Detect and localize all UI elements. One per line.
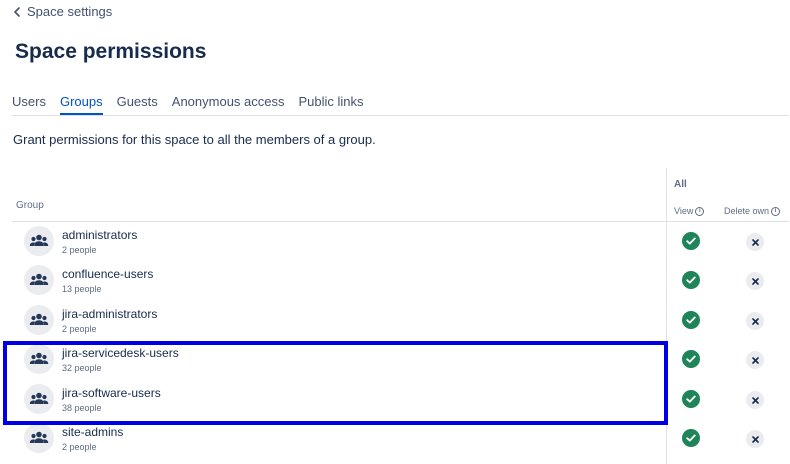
check-circle-icon[interactable] [682,232,700,250]
group-name[interactable]: jira-administrators [62,307,157,321]
cross-circle-icon[interactable] [746,391,764,409]
people-group-icon [24,423,54,453]
page-description: Grant permissions for this space to all … [13,132,376,147]
people-group-icon [24,226,54,256]
people-group-icon [24,344,54,374]
table-row: jira-software-users 38 people [0,379,790,419]
view-column-header: View i [674,206,705,216]
check-circle-icon[interactable] [682,429,700,447]
cross-circle-icon[interactable] [746,351,764,369]
check-circle-icon[interactable] [682,390,700,408]
group-name[interactable]: administrators [62,228,137,242]
group-column-header: Group [16,200,44,211]
tab-anonymous-access[interactable]: Anonymous access [172,94,285,115]
delete-own-column-header: Delete own i [724,206,781,216]
delete-own-header-label: Delete own [724,206,770,216]
info-icon[interactable]: i [695,206,705,216]
group-name[interactable]: site-admins [62,425,123,439]
table-row: jira-servicedesk-users 32 people [0,339,790,379]
cross-circle-icon[interactable] [746,272,764,290]
group-member-count: 13 people [62,284,102,294]
people-group-icon [24,384,54,414]
tab-groups[interactable]: Groups [59,94,103,115]
tab-guests[interactable]: Guests [117,94,158,115]
tab-users[interactable]: Users [12,94,46,115]
cross-circle-icon[interactable] [746,430,764,448]
group-member-count: 2 people [62,442,97,452]
chevron-left-icon [14,6,20,17]
cross-circle-icon[interactable] [746,312,764,330]
check-circle-icon[interactable] [682,350,700,368]
info-icon[interactable]: i [771,206,781,216]
table-row: confluence-users 13 people [0,260,790,300]
group-member-count: 32 people [62,363,102,373]
table-row: jira-administrators 2 people [0,300,790,340]
people-group-icon [24,305,54,335]
page-title: Space permissions [15,40,207,63]
group-member-count: 38 people [62,403,102,413]
cross-circle-icon[interactable] [746,233,764,251]
group-member-count: 2 people [62,324,97,334]
table-row: site-admins 2 people [0,418,790,458]
check-circle-icon[interactable] [682,311,700,329]
all-section-header: All [674,179,687,190]
tab-public-links[interactable]: Public links [299,94,364,115]
view-header-label: View [674,206,694,216]
table-row: administrators 2 people [0,221,790,261]
back-to-space-settings[interactable]: Space settings [13,4,112,19]
group-member-count: 2 people [62,245,97,255]
group-name[interactable]: jira-servicedesk-users [62,346,179,360]
permission-tabs: Users Groups Guests Anonymous access Pub… [12,94,789,116]
group-name[interactable]: jira-software-users [62,386,161,400]
check-circle-icon[interactable] [682,271,700,289]
back-link-label: Space settings [27,4,113,19]
people-group-icon [24,265,54,295]
group-name[interactable]: confluence-users [62,267,153,281]
